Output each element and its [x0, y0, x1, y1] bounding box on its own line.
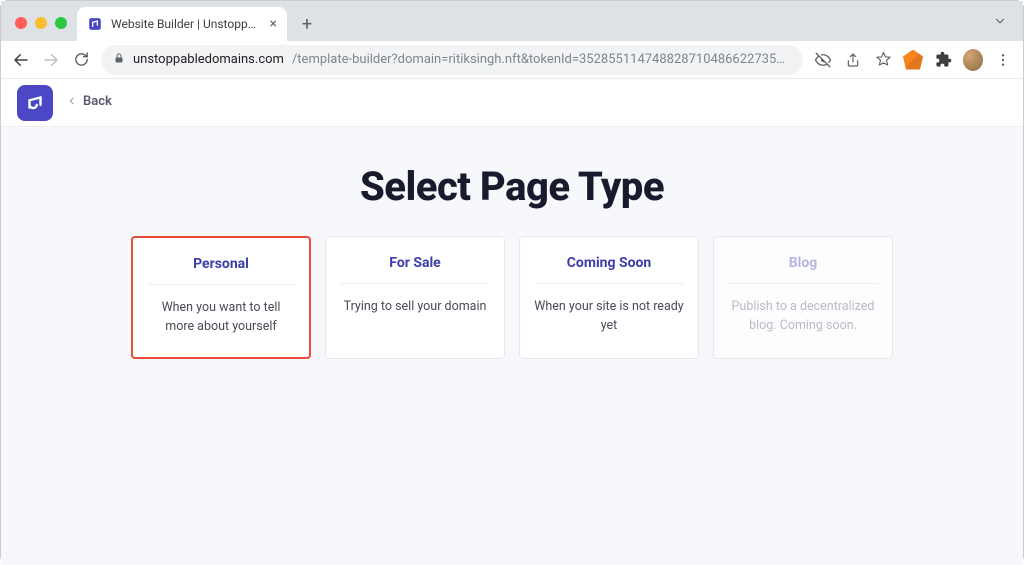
card-blog: Blog Publish to a decentralized blog. Co… [713, 236, 893, 359]
app-content: Select Page Type Personal When you want … [1, 127, 1023, 565]
expand-tabs-icon[interactable] [993, 14, 1007, 31]
card-personal[interactable]: Personal When you want to tell more abou… [131, 236, 311, 359]
metamask-extension-icon[interactable] [903, 50, 923, 70]
url-path: /template-builder?domain=ritiksingh.nft&… [292, 52, 791, 67]
browser-tab-strip: Website Builder | Unstoppable × + [1, 1, 1023, 41]
page-type-cards: Personal When you want to tell more abou… [131, 236, 893, 359]
close-tab-icon[interactable]: × [270, 17, 277, 31]
profile-avatar[interactable] [963, 50, 983, 70]
card-desc: When your site is not ready yet [534, 298, 684, 336]
tab-title: Website Builder | Unstoppable [111, 17, 262, 31]
card-desc: Trying to sell your domain [340, 298, 490, 317]
browser-address-bar: unstoppabledomains.com/template-builder?… [1, 41, 1023, 79]
card-title: Coming Soon [534, 255, 684, 284]
tab-favicon-icon [87, 16, 103, 32]
url-input[interactable]: unstoppabledomains.com/template-builder?… [101, 45, 803, 75]
card-for-sale[interactable]: For Sale Trying to sell your domain [325, 236, 505, 359]
browser-tab[interactable]: Website Builder | Unstoppable × [77, 7, 287, 41]
card-desc: Publish to a decentralized blog. Coming … [728, 298, 878, 336]
new-tab-button[interactable]: + [293, 10, 321, 38]
browser-menu-icon[interactable] [993, 50, 1013, 70]
nav-back-button[interactable] [11, 50, 31, 70]
reload-button[interactable] [71, 50, 91, 70]
minimize-window-button[interactable] [35, 17, 47, 29]
card-title: Blog [728, 255, 878, 284]
nav-forward-button[interactable] [41, 50, 61, 70]
hide-extension-icon[interactable] [813, 50, 833, 70]
app-logo[interactable] [17, 85, 53, 121]
extensions-icon[interactable] [933, 50, 953, 70]
card-desc: When you want to tell more about yoursel… [147, 299, 295, 337]
card-title: For Sale [340, 255, 490, 284]
card-title: Personal [147, 256, 295, 285]
url-domain: unstoppabledomains.com [133, 52, 284, 67]
lock-icon [113, 52, 125, 67]
chevron-left-icon [67, 94, 77, 112]
page-title: Select Page Type [360, 163, 664, 210]
window-controls [9, 17, 77, 41]
back-label: Back [83, 95, 112, 109]
card-coming-soon[interactable]: Coming Soon When your site is not ready … [519, 236, 699, 359]
app-header: Back [1, 79, 1023, 127]
close-window-button[interactable] [15, 17, 27, 29]
share-icon[interactable] [843, 50, 863, 70]
bookmark-icon[interactable] [873, 50, 893, 70]
app-viewport: Back Select Page Type Personal When you … [1, 79, 1023, 565]
maximize-window-button[interactable] [55, 17, 67, 29]
back-link[interactable]: Back [67, 94, 112, 112]
